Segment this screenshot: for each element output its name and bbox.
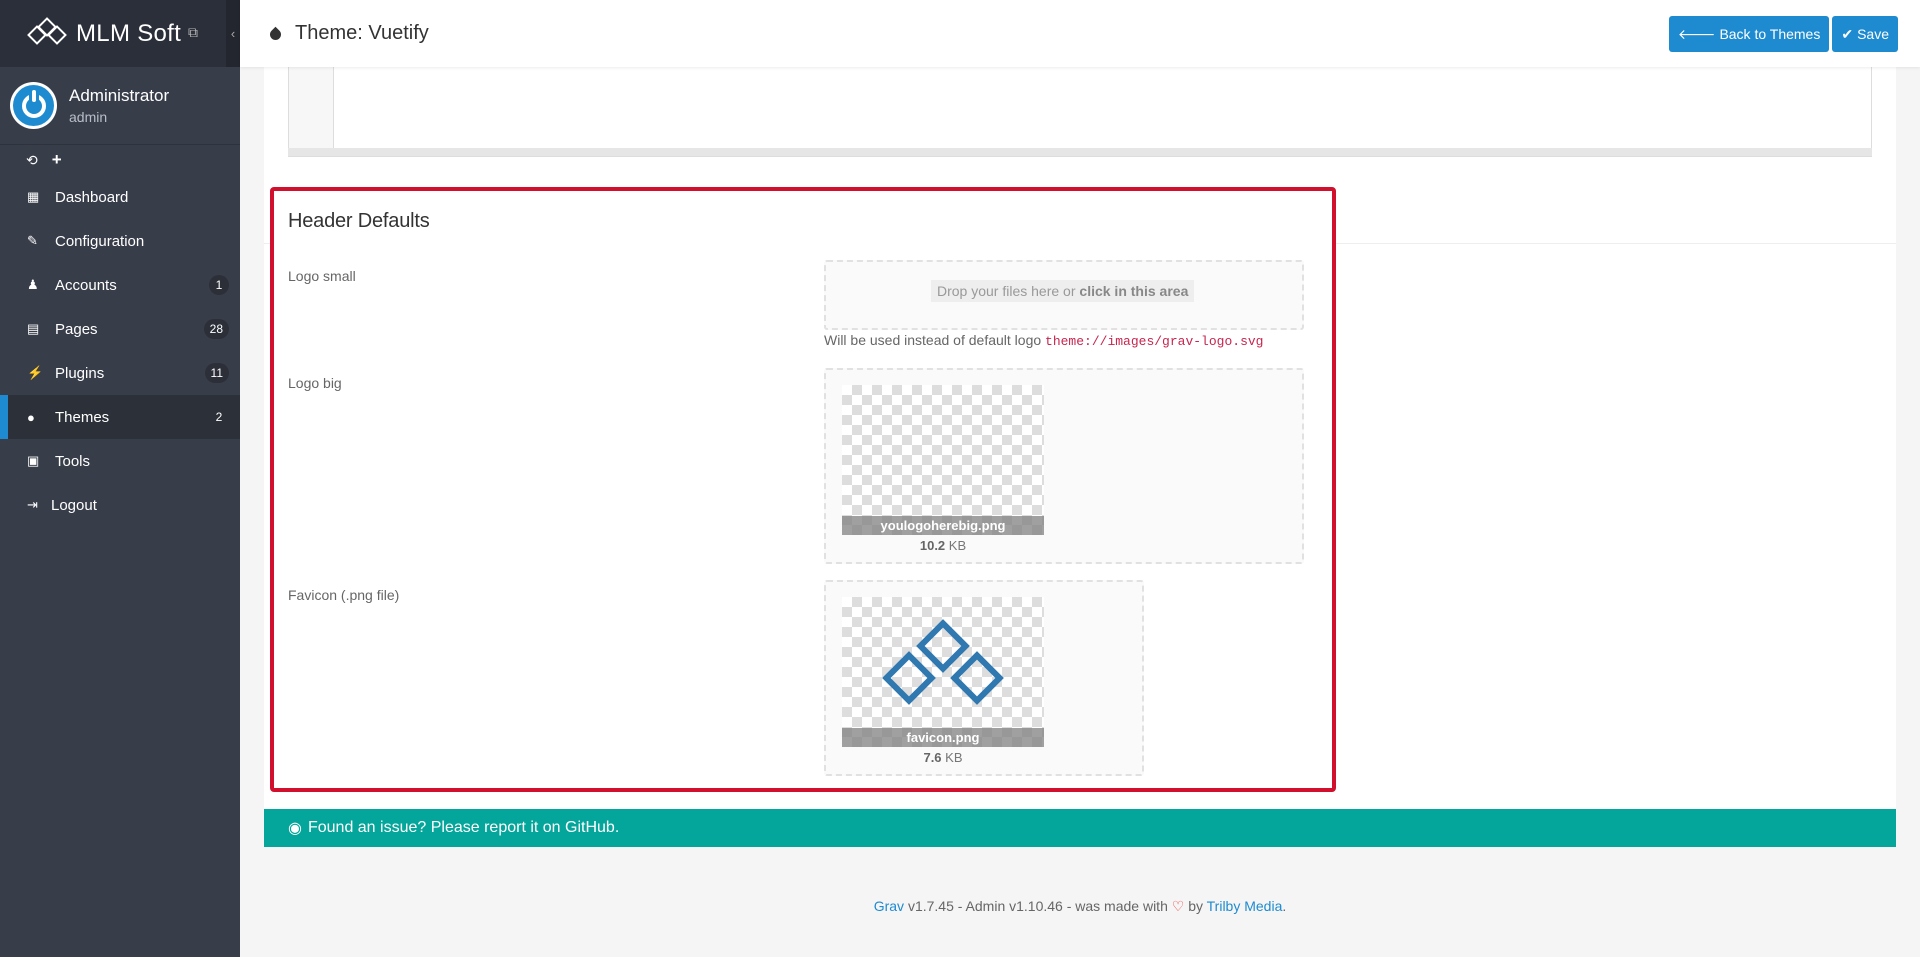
logo-small-help: Will be used instead of default logo the… [824, 332, 1264, 349]
logo-big-dropzone[interactable]: youlogoherebig.png 10.2 KB [824, 368, 1304, 564]
sidebar-item-pages[interactable]: ▤ Pages 28 [0, 307, 240, 351]
sidebar-item-configuration[interactable]: ✎ Configuration [0, 219, 240, 263]
user-profile[interactable]: Administrator admin [0, 67, 240, 145]
plugins-count-badge: 11 [204, 363, 229, 383]
plug-icon: ⚡ [27, 365, 44, 380]
sidebar-item-logout[interactable]: ⇥ Logout [0, 483, 240, 527]
themes-count-badge: 2 [215, 410, 223, 424]
logo-big-preview[interactable]: youlogoherebig.png [842, 385, 1044, 535]
drop-icon: ● [27, 409, 35, 425]
favicon-label: Favicon (.png file) [288, 587, 400, 603]
check-icon: ✔ [1841, 25, 1854, 42]
github-icon: ◉ [288, 820, 302, 837]
users-icon: ♟ [27, 277, 39, 292]
chevron-left-icon[interactable]: ‹ [226, 0, 240, 67]
dashboard-icon: ▦ [27, 189, 40, 204]
logo-small-label: Logo small [288, 268, 356, 284]
favicon-dropzone[interactable]: favicon.png 7.6 KB [824, 580, 1144, 776]
user-name: Administrator [69, 86, 170, 105]
sidebar-item-plugins[interactable]: ⚡ Plugins 11 [0, 351, 240, 395]
sign-out-icon: ⇥ [27, 497, 38, 512]
brand-logo-icon [26, 16, 68, 49]
sidebar: MLM Soft ⧉ ‹ Administrator admin ⟲ + ▦ Da… [0, 0, 240, 957]
quick-actions: ⟲ + [0, 145, 240, 175]
wrench-icon: ✎ [27, 233, 38, 248]
trilby-media-link[interactable]: Trilby Media [1207, 898, 1283, 914]
favicon-logo-icon [878, 617, 1008, 717]
brand-name: MLM Soft [76, 19, 182, 47]
report-issue-bar[interactable]: ◉ Found an issue? Please report it on Gi… [264, 809, 1896, 847]
grav-link[interactable]: Grav [874, 898, 904, 914]
sidebar-item-themes[interactable]: ● Themes 2 [0, 395, 240, 439]
power-icon [21, 89, 46, 118]
sidebar-item-dashboard[interactable]: ▦ Dashboard [0, 175, 240, 219]
file-name: youlogoherebig.png [842, 516, 1044, 535]
default-logo-path: theme://images/grav-logo.svg [1045, 334, 1264, 349]
editor-gutter [289, 67, 334, 156]
sidebar-nav: ▦ Dashboard ✎ Configuration ♟ Accounts 1 ▤ Pa… [0, 175, 240, 527]
section-title: Header Defaults [288, 210, 430, 232]
accounts-count-badge: 1 [209, 275, 229, 295]
page-title: Theme: Vuetify [295, 22, 429, 44]
plus-icon[interactable]: + [52, 150, 62, 170]
briefcase-icon: ▣ [27, 453, 40, 468]
refresh-icon[interactable]: ⟲ [26, 152, 38, 169]
title-bar: Theme: Vuetify 🡐 Back to Themes ✔ Save [240, 0, 1920, 67]
file-name: favicon.png [842, 728, 1044, 747]
dropzone-message[interactable]: Drop your files here or click in this ar… [931, 280, 1195, 302]
logo-big-label: Logo big [288, 375, 342, 391]
avatar [10, 82, 57, 129]
logo-small-dropzone[interactable]: Drop your files here or click in this ar… [824, 260, 1304, 330]
pages-count-badge: 28 [203, 319, 229, 339]
copyright: Grav v1.7.45 - Admin v1.10.46 - was made… [873, 898, 1287, 914]
drop-icon [267, 26, 284, 43]
sidebar-item-accounts[interactable]: ♟ Accounts 1 [0, 263, 240, 307]
brand-logo[interactable]: MLM Soft [26, 16, 182, 49]
file-icon: ▤ [27, 321, 40, 336]
user-role: admin [69, 109, 108, 125]
editor-resize-bar[interactable] [288, 148, 1872, 156]
back-to-themes-button[interactable]: 🡐 Back to Themes [1668, 16, 1830, 52]
external-link-icon[interactable]: ⧉ [188, 24, 198, 41]
brand-bar: MLM Soft ⧉ ‹ [0, 0, 240, 67]
heart-icon: ♡ [1171, 898, 1185, 914]
file-size: 7.6 KB [923, 750, 963, 765]
code-editor[interactable] [288, 67, 1872, 157]
save-button[interactable]: ✔ Save [1832, 16, 1898, 52]
file-size: 10.2 KB [919, 538, 967, 553]
favicon-preview[interactable]: favicon.png [842, 597, 1044, 747]
arrow-left-icon: 🡐 [1677, 25, 1716, 42]
sidebar-item-tools[interactable]: ▣ Tools [0, 439, 240, 483]
